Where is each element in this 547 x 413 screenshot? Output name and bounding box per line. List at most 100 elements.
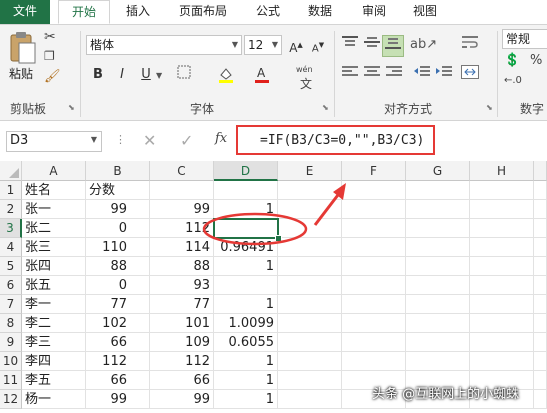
- cell-c6[interactable]: 93: [150, 276, 214, 295]
- cell-b7[interactable]: 77: [86, 295, 150, 314]
- cell-g4[interactable]: [406, 238, 470, 257]
- column-header-a[interactable]: A: [22, 161, 86, 181]
- cell-g6[interactable]: [406, 276, 470, 295]
- cell-g2[interactable]: [406, 200, 470, 219]
- name-box[interactable]: D3 ▼: [6, 131, 102, 152]
- cell-g10[interactable]: [406, 352, 470, 371]
- italic-button[interactable]: I: [112, 65, 132, 85]
- cell-d9[interactable]: 0.6055: [214, 333, 278, 352]
- cell-b10[interactable]: 112: [86, 352, 150, 371]
- cell-c9[interactable]: 109: [150, 333, 214, 352]
- font-size-select[interactable]: 12 ▼: [244, 35, 282, 55]
- cell-g9[interactable]: [406, 333, 470, 352]
- scissors-icon[interactable]: ✂: [44, 29, 56, 45]
- cell-f6[interactable]: [342, 276, 406, 295]
- cell-a8[interactable]: 李二: [22, 314, 86, 333]
- align-right-icon[interactable]: [384, 65, 404, 85]
- tab-view[interactable]: 视图: [405, 0, 445, 24]
- cell-b1[interactable]: 分数: [86, 181, 150, 200]
- column-header-f[interactable]: F: [342, 161, 406, 181]
- cell-a10[interactable]: 李四: [22, 352, 86, 371]
- cell-h2[interactable]: [470, 200, 534, 219]
- cell-b3[interactable]: 0: [86, 219, 150, 238]
- cell-b11[interactable]: 66: [86, 371, 150, 390]
- cell-h7[interactable]: [470, 295, 534, 314]
- column-header-c[interactable]: C: [150, 161, 214, 181]
- merge-center-icon[interactable]: [460, 65, 480, 85]
- dialog-launcher-icon[interactable]: ⬊: [486, 103, 493, 112]
- align-bottom-icon[interactable]: [382, 35, 404, 57]
- cell-i2[interactable]: [534, 200, 547, 219]
- cell-b12[interactable]: 99: [86, 390, 150, 409]
- cell-a5[interactable]: 张四: [22, 257, 86, 276]
- cell-a7[interactable]: 李一: [22, 295, 86, 314]
- cell-b9[interactable]: 66: [86, 333, 150, 352]
- tab-data[interactable]: 数据: [300, 0, 340, 24]
- insert-function-button[interactable]: fx: [215, 131, 227, 146]
- cell-d6[interactable]: [214, 276, 278, 295]
- cell-a6[interactable]: 张五: [22, 276, 86, 295]
- cell-h8[interactable]: [470, 314, 534, 333]
- paste-button[interactable]: [8, 31, 40, 64]
- number-format-select[interactable]: 常规: [502, 29, 547, 49]
- cell-e12[interactable]: [278, 390, 342, 409]
- cell-e10[interactable]: [278, 352, 342, 371]
- cell-h4[interactable]: [470, 238, 534, 257]
- cell-h9[interactable]: [470, 333, 534, 352]
- row-header[interactable]: 5: [0, 257, 22, 276]
- increase-indent-icon[interactable]: [434, 65, 454, 85]
- cell-c12[interactable]: 99: [150, 390, 214, 409]
- percent-icon[interactable]: %: [530, 53, 542, 68]
- align-left-icon[interactable]: [340, 65, 360, 85]
- cell-g1[interactable]: [406, 181, 470, 200]
- cell-h6[interactable]: [470, 276, 534, 295]
- column-header-h[interactable]: H: [470, 161, 534, 181]
- cell-i9[interactable]: [534, 333, 547, 352]
- cell-a3[interactable]: 张二: [22, 219, 86, 238]
- cell-d12[interactable]: 1: [214, 390, 278, 409]
- wrap-text-icon[interactable]: [460, 35, 480, 55]
- decimal-icon[interactable]: ←.0: [504, 75, 522, 86]
- font-name-select[interactable]: 楷体 ▼: [86, 35, 242, 55]
- row-header[interactable]: 7: [0, 295, 22, 314]
- cell-i7[interactable]: [534, 295, 547, 314]
- cell-i5[interactable]: [534, 257, 547, 276]
- cell-f10[interactable]: [342, 352, 406, 371]
- row-header[interactable]: 1: [0, 181, 22, 200]
- cell-e8[interactable]: [278, 314, 342, 333]
- orientation-icon[interactable]: ab↗: [410, 35, 437, 55]
- tab-home[interactable]: 开始: [58, 0, 110, 24]
- row-header[interactable]: 6: [0, 276, 22, 295]
- select-all-corner[interactable]: [0, 161, 22, 181]
- cell-b8[interactable]: 102: [86, 314, 150, 333]
- cell-g8[interactable]: [406, 314, 470, 333]
- cell-a1[interactable]: 姓名: [22, 181, 86, 200]
- font-color-icon[interactable]: A: [252, 65, 272, 85]
- cell-h1[interactable]: [470, 181, 534, 200]
- cell-i10[interactable]: [534, 352, 547, 371]
- row-header[interactable]: 4: [0, 238, 22, 257]
- cell-a9[interactable]: 李三: [22, 333, 86, 352]
- underline-button[interactable]: U: [136, 65, 156, 85]
- cell-i12[interactable]: [534, 390, 547, 409]
- cell-e11[interactable]: [278, 371, 342, 390]
- cell-e9[interactable]: [278, 333, 342, 352]
- cell-g5[interactable]: [406, 257, 470, 276]
- phonetic-label[interactable]: wén: [296, 65, 313, 74]
- currency-icon[interactable]: 💲: [504, 53, 520, 68]
- row-header[interactable]: 11: [0, 371, 22, 390]
- cell-f8[interactable]: [342, 314, 406, 333]
- column-header-b[interactable]: B: [86, 161, 150, 181]
- column-header-e[interactable]: E: [278, 161, 342, 181]
- cell-b4[interactable]: 110: [86, 238, 150, 257]
- grow-font-icon[interactable]: A▲: [286, 35, 306, 55]
- cell-h3[interactable]: [470, 219, 534, 238]
- copy-icon[interactable]: ❐: [44, 49, 55, 63]
- cell-c11[interactable]: 66: [150, 371, 214, 390]
- row-header[interactable]: 9: [0, 333, 22, 352]
- dialog-launcher-icon[interactable]: ⬊: [322, 103, 329, 112]
- cancel-icon[interactable]: ✕: [143, 131, 156, 150]
- cell-i8[interactable]: [534, 314, 547, 333]
- cell-h10[interactable]: [470, 352, 534, 371]
- tab-review[interactable]: 审阅: [354, 0, 394, 24]
